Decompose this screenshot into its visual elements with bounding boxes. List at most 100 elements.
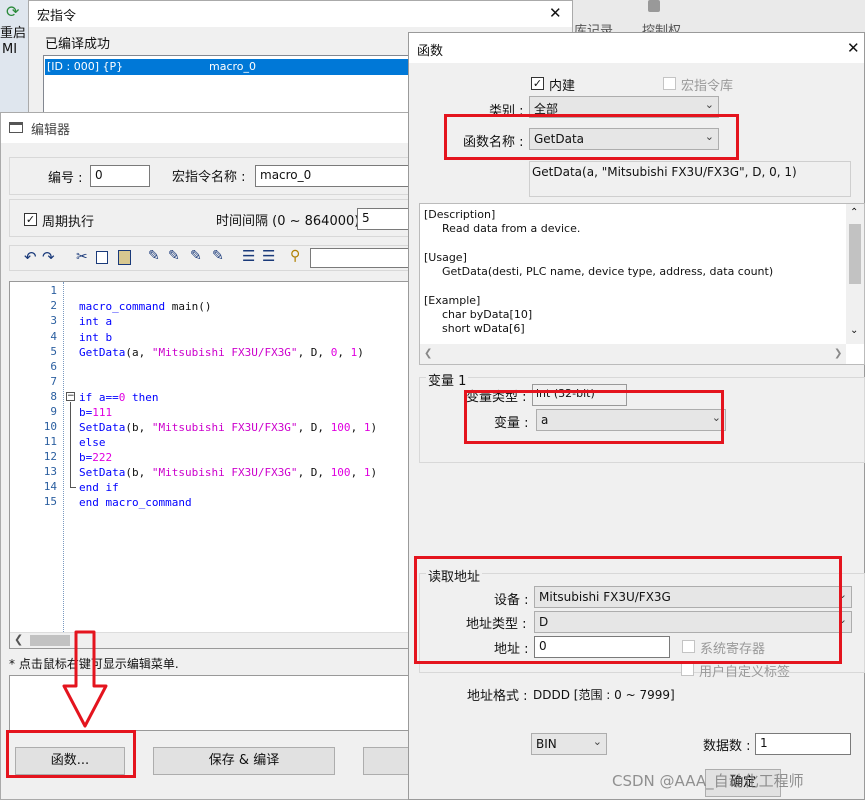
txt: a — [98, 315, 113, 328]
editor-title: 编辑器 — [31, 123, 71, 138]
desc-t2: GetData(desti, PLC name, device type, ad… — [442, 265, 774, 278]
num: 100 — [330, 466, 351, 479]
code-line-10: SetData(b, "Mitsubishi FX3U/FX3G", D, 10… — [79, 420, 377, 435]
macro-name-input[interactable]: macro_0 — [255, 165, 425, 187]
marker-next-icon[interactable]: ✎ — [168, 248, 180, 264]
line-number: 8 — [50, 390, 57, 403]
code-line-12: b=222 — [79, 450, 112, 465]
highlight-function-button — [6, 730, 136, 778]
code-line-3: int a — [79, 314, 112, 329]
paste-icon[interactable] — [118, 250, 131, 265]
bg-hmi-right: 库记录 控制权 — [560, 0, 865, 39]
arrow-down-icon — [62, 630, 108, 728]
marker-clear-icon[interactable]: ✎ — [212, 248, 224, 264]
kw: int — [79, 315, 99, 328]
txt: , — [337, 346, 351, 359]
count-input[interactable]: 1 — [755, 733, 851, 755]
periodic-checkbox[interactable]: ✓ — [24, 213, 37, 226]
scroll-left-icon[interactable]: ❮ — [424, 347, 432, 361]
macro-window-titlebar: 宏指令 ✕ — [29, 1, 572, 27]
kw: else — [79, 436, 106, 449]
kw: end if — [79, 481, 119, 494]
txt: , D, — [297, 466, 331, 479]
desc-h3: [Example] — [424, 294, 481, 307]
scroll-down-icon[interactable]: ⌄ — [850, 324, 858, 338]
fn: SetData — [79, 421, 126, 434]
number-input[interactable]: 0 — [90, 165, 150, 187]
line-number: 13 — [43, 465, 57, 478]
outdent-icon[interactable]: ☰ — [262, 247, 275, 265]
chevron-down-icon: ⌄ — [704, 98, 714, 111]
bg-restart-label: 重启 — [0, 26, 27, 41]
line-number: 6 — [50, 360, 57, 373]
indent-icon[interactable]: ☰ — [242, 247, 255, 265]
macro-name-label: 宏指令名称 : — [172, 170, 246, 185]
desc-vscrollbar[interactable]: ⌃ ⌄ — [846, 204, 864, 344]
editor-toolbar: ↶ ↷ ✂ ✎ ✎ ✎ ✎ ☰ ☰ ⚲ — [9, 245, 429, 271]
code-line-13: SetData(b, "Mitsubishi FX3U/FX3G", D, 10… — [79, 465, 377, 480]
desc-hscrollbar[interactable]: ❮ ❯ — [420, 344, 846, 364]
txt: ) — [370, 466, 378, 479]
fold-end — [70, 487, 76, 488]
cut-icon[interactable]: ✂ — [76, 249, 88, 265]
format-select[interactable]: BIN ⌄ — [531, 733, 607, 755]
txt: ) — [370, 421, 378, 434]
editor-window-icon — [9, 122, 23, 133]
highlight-read-address — [414, 556, 842, 664]
scroll-left-icon[interactable]: ❮ — [14, 633, 23, 646]
desc-t3: char byData[10] — [442, 308, 533, 321]
kw: int — [79, 331, 99, 344]
macro-lib-checkbox[interactable] — [663, 77, 676, 90]
code-editor[interactable]: 1 2 3 4 5 6 7 8 9 10 11 12 13 14 15 − ma… — [9, 281, 431, 649]
watermark: CSDN @AAA_自动化工程师 — [612, 772, 804, 790]
fold-line — [70, 402, 71, 488]
scroll-thumb[interactable] — [849, 224, 861, 284]
code-line-14: end if — [79, 480, 119, 495]
number-label: 编号 : — [48, 171, 83, 186]
kw: then — [125, 391, 159, 404]
line-number: 1 — [50, 284, 57, 297]
num: 111 — [92, 406, 113, 419]
undo-icon[interactable]: ↶ — [24, 248, 37, 266]
interval-label: 时间间隔 (0 ~ 864000) : — [216, 214, 368, 229]
fold-marker[interactable]: − — [66, 392, 75, 401]
kw: if — [79, 391, 93, 404]
str: "Mitsubishi FX3U/FX3G" — [151, 466, 298, 479]
editor-period-panel: ✓ 周期执行 时间间隔 (0 ~ 864000) : 5 — [9, 199, 429, 237]
code-line-5: GetData(a, "Mitsubishi FX3U/FX3G", D, 0,… — [79, 345, 364, 360]
desc-h1: [Description] — [424, 208, 496, 221]
close-icon[interactable]: ✕ — [549, 4, 562, 22]
redo-icon[interactable]: ↷ — [42, 248, 55, 266]
code-line-2: macro_command main() — [79, 299, 211, 314]
scroll-right-icon[interactable]: ❯ — [834, 347, 842, 361]
txt: (a, — [125, 346, 152, 359]
chevron-down-icon: ⌄ — [592, 735, 602, 748]
user-tag-checkbox[interactable] — [681, 663, 694, 676]
txt: ) — [357, 346, 364, 359]
addr-format-value: DDDD [范围 : 0 ~ 7999] — [533, 688, 675, 702]
marker-prev-icon[interactable]: ✎ — [190, 248, 202, 264]
signature-box: GetData(a, "Mitsubishi FX3U/FX3G", D, 0,… — [529, 161, 851, 197]
find-icon[interactable]: ⚲ — [290, 248, 300, 264]
macro-window-title: 宏指令 — [37, 9, 77, 24]
compile-status: 已编译成功 — [45, 37, 111, 52]
macro-lib-label: 宏指令库 — [681, 79, 734, 94]
line-number: 14 — [43, 480, 57, 493]
scroll-up-icon[interactable]: ⌃ — [850, 206, 858, 220]
bg-hmi-label: MI — [2, 42, 18, 57]
marker-icon[interactable]: ✎ — [148, 248, 160, 264]
line-number: 2 — [50, 299, 57, 312]
txt: a== — [92, 391, 119, 404]
copy-icon[interactable] — [96, 251, 108, 264]
line-number-gutter: 1 2 3 4 5 6 7 8 9 10 11 12 13 14 15 − — [10, 282, 76, 634]
fn: GetData — [79, 346, 126, 359]
txt: b — [98, 331, 113, 344]
editor-titlebar: 编辑器 — [1, 113, 429, 143]
kw: end macro_command — [79, 496, 192, 509]
save-compile-button[interactable]: 保存 & 编译 — [153, 747, 335, 775]
line-number: 4 — [50, 330, 57, 343]
builtin-checkbox[interactable]: ✓ — [531, 77, 544, 90]
txt: , — [350, 421, 364, 434]
fn: SetData — [79, 466, 126, 479]
close-icon[interactable]: ✕ — [847, 39, 860, 57]
